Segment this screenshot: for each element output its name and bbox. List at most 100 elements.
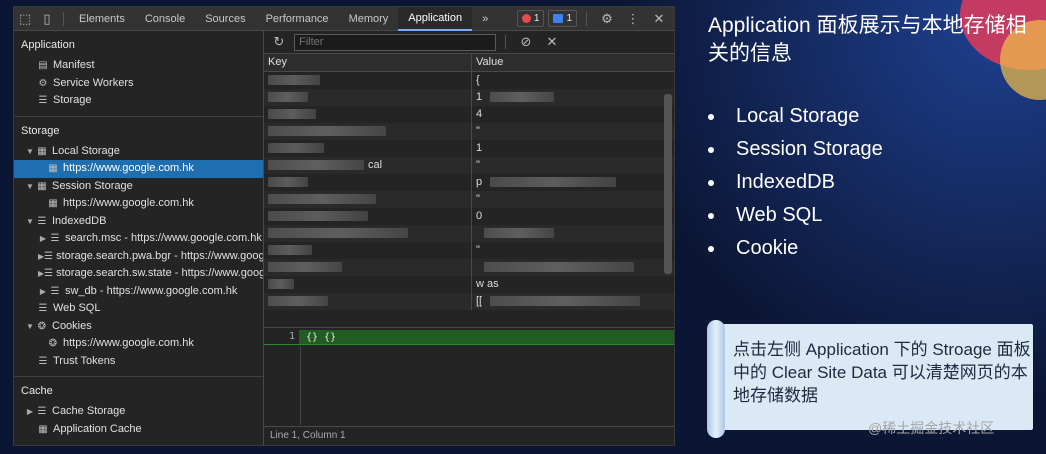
cell-value: " <box>476 193 480 205</box>
bullet-list: Local Storage Session Storage IndexedDB … <box>708 100 883 265</box>
devtools-window: ⬚ ▯ Elements Console Sources Performance… <box>13 6 675 446</box>
tab-sources[interactable]: Sources <box>195 7 255 31</box>
cell-value <box>472 225 554 242</box>
sidebar-item-cache-storage[interactable]: ▶ ☰ Cache Storage <box>14 403 263 421</box>
sidebar-item-indexeddb-db[interactable]: ▶ ☰ storage.search.sw.state - https://ww… <box>14 265 263 283</box>
toolbar-divider <box>505 35 506 49</box>
cell-key <box>264 89 472 106</box>
refresh-icon[interactable]: ↻ <box>268 31 290 53</box>
storage-table: Key Value {1 4 " 1 cal " p " 0 " w as [[ <box>264 54 674 326</box>
cell-key <box>264 259 472 276</box>
bullet-item: IndexedDB <box>708 166 883 199</box>
sidebar-item-service-workers[interactable]: ⚙ Service Workers <box>14 75 263 93</box>
sidebar-item-application-cache[interactable]: ▦ Application Cache <box>14 421 263 439</box>
table-row[interactable]: 4 <box>264 106 674 123</box>
sidebar-item-cookies[interactable]: ▼ ❂ Cookies <box>14 318 263 336</box>
cell-key <box>264 72 472 89</box>
clear-all-icon[interactable]: ⊘ <box>515 31 537 53</box>
cell-key <box>264 276 472 293</box>
triangle-down-icon[interactable]: ▼ <box>25 178 35 196</box>
sidebar-item-web-sql[interactable]: ☰ Web SQL <box>14 300 263 318</box>
cell-value: 4 <box>476 108 483 120</box>
gutter <box>264 346 301 425</box>
table-header: Key Value <box>264 54 674 72</box>
document-icon: ▤ <box>38 60 48 71</box>
gear-icon[interactable]: ⚙ <box>596 8 618 30</box>
table-scrollbar[interactable] <box>664 94 672 274</box>
database-icon: ☰ <box>44 250 54 262</box>
storage-main-panel: ↻ ⊘ ✕ Key Value {1 4 " 1 cal " p " 0 " w as [[ 1 {}… <box>264 31 674 445</box>
database-icon: ☰ <box>44 268 54 279</box>
inspect-element-icon[interactable]: ⬚ <box>14 8 36 30</box>
bullet-item: Cookie <box>708 232 883 265</box>
table-row[interactable]: { <box>264 72 674 89</box>
message-count-badge[interactable]: 1 <box>548 10 577 27</box>
tab-elements[interactable]: Elements <box>69 7 135 31</box>
triangle-right-icon[interactable]: ▶ <box>25 403 35 421</box>
sidebar-item-indexeddb-db[interactable]: ▶ ☰ search.msc - https://www.google.com.… <box>14 230 263 248</box>
redacted-block <box>268 245 312 256</box>
triangle-right-icon[interactable]: ▶ <box>38 230 48 248</box>
cell-key <box>264 123 472 140</box>
kebab-menu-icon[interactable]: ⋮ <box>622 8 644 30</box>
sidebar-item-storage[interactable]: ☰ Storage <box>14 92 263 110</box>
table-row[interactable]: p <box>264 174 674 191</box>
error-count-badge[interactable]: 1 <box>516 10 545 27</box>
table-row[interactable] <box>264 225 674 242</box>
column-header-value[interactable]: Value <box>472 54 503 71</box>
column-header-key[interactable]: Key <box>264 54 472 71</box>
table-row[interactable]: 1 <box>264 140 674 157</box>
redacted-block <box>268 262 342 273</box>
sidebar-item-manifest[interactable]: ▤ Manifest <box>14 57 263 75</box>
more-tabs-button[interactable]: » <box>472 7 498 31</box>
sidebar-item-cookies-origin[interactable]: ❂ https://www.google.com.hk <box>14 335 263 353</box>
table-row[interactable]: 1 <box>264 89 674 106</box>
table-row[interactable] <box>264 259 674 276</box>
redacted-block <box>490 177 617 188</box>
tab-console[interactable]: Console <box>135 7 195 31</box>
device-toggle-icon[interactable]: ▯ <box>36 8 58 30</box>
triangle-down-icon[interactable]: ▼ <box>25 213 35 231</box>
sidebar-item-session-storage-origin[interactable]: ▦ https://www.google.com.hk <box>14 195 263 213</box>
database-icon: ☰ <box>50 233 60 244</box>
watermark: @稀土掘金技术社区 <box>868 420 995 436</box>
cell-value: 0 <box>476 210 483 222</box>
triangle-down-icon[interactable]: ▼ <box>25 318 35 336</box>
code-line: 1 {} {} <box>264 330 674 345</box>
delete-selected-icon[interactable]: ✕ <box>541 31 563 53</box>
grid-icon: ▦ <box>37 145 47 157</box>
sidebar-item-session-storage[interactable]: ▼ ▦ Session Storage <box>14 178 263 196</box>
close-icon[interactable]: ✕ <box>648 8 670 30</box>
table-row[interactable]: w as <box>264 276 674 293</box>
scroll-roll <box>707 320 725 438</box>
tab-performance[interactable]: Performance <box>256 7 339 31</box>
cell-key <box>264 208 472 225</box>
triangle-right-icon[interactable]: ▶ <box>38 283 48 301</box>
sidebar-item-indexeddb-db[interactable]: ▶ ☰ storage.search.pwa.bgr - https://www… <box>14 248 263 266</box>
bullet-dot <box>708 146 714 153</box>
redacted-block <box>268 296 328 307</box>
sidebar-item-indexeddb[interactable]: ▼ ☰ IndexedDB <box>14 213 263 231</box>
sidebar-item-trust-tokens[interactable]: ☰ Trust Tokens <box>14 353 263 371</box>
code-text[interactable]: {} {} <box>300 332 336 343</box>
filter-input[interactable] <box>294 33 496 51</box>
redacted-block <box>268 160 364 171</box>
redacted-block <box>268 211 368 222</box>
table-row[interactable]: " <box>264 242 674 259</box>
error-icon <box>521 14 531 23</box>
cell-value: " <box>476 125 480 137</box>
table-row[interactable]: cal " <box>264 157 674 174</box>
sidebar-item-local-storage-origin[interactable]: ▦ https://www.google.com.hk <box>14 160 263 178</box>
application-sidebar: Application ▤ Manifest ⚙ Service Workers… <box>14 31 264 445</box>
table-row[interactable]: [[ <box>264 293 674 310</box>
table-row[interactable]: " <box>264 191 674 208</box>
table-row[interactable]: 0 <box>264 208 674 225</box>
triangle-down-icon[interactable]: ▼ <box>25 143 35 161</box>
sidebar-item-indexeddb-db[interactable]: ▶ ☰ sw_db - https://www.google.com.hk <box>14 283 263 301</box>
bullet-dot <box>708 113 714 120</box>
table-row[interactable]: " <box>264 123 674 140</box>
tab-application[interactable]: Application <box>398 6 473 31</box>
tab-memory[interactable]: Memory <box>339 7 399 31</box>
sidebar-item-local-storage[interactable]: ▼ ▦ Local Storage <box>14 143 263 161</box>
message-icon <box>553 14 564 23</box>
